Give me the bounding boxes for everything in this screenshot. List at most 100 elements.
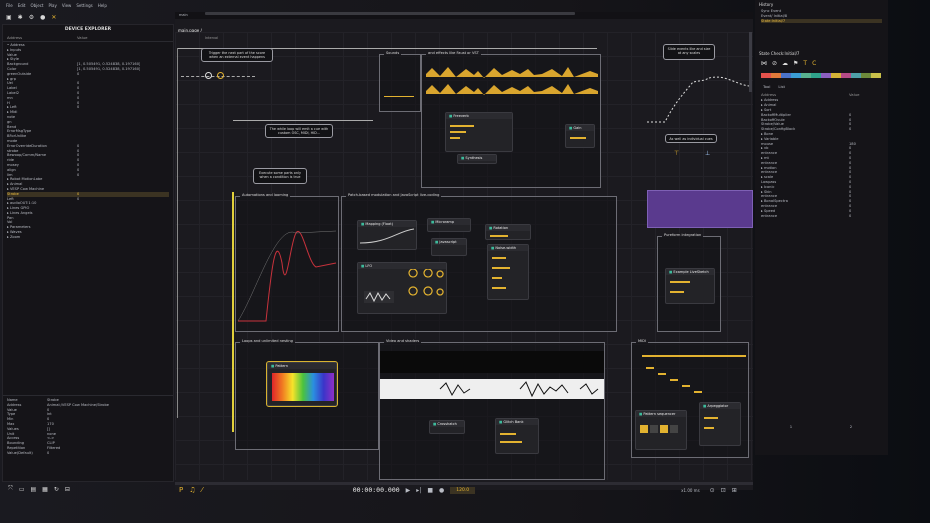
curve-tool-icon[interactable]: ⁄ bbox=[202, 486, 203, 494]
menu-help[interactable]: Help bbox=[98, 3, 107, 8]
node-rotation[interactable]: Rotation bbox=[485, 224, 531, 240]
play-from-button[interactable]: ▸| bbox=[416, 487, 421, 494]
color-icon[interactable]: C bbox=[812, 60, 816, 67]
noise-param-2[interactable] bbox=[492, 267, 510, 269]
color-swatch[interactable] bbox=[821, 73, 831, 79]
node-synthesis[interactable]: Synthesis bbox=[457, 154, 497, 164]
learn-icon[interactable]: ▦ bbox=[42, 486, 48, 493]
link-icon[interactable]: ⊘ bbox=[772, 60, 777, 67]
color-palette[interactable] bbox=[755, 69, 888, 82]
history-item-selected[interactable]: State:Initial/7 bbox=[761, 18, 882, 24]
example-param-1[interactable] bbox=[670, 281, 690, 283]
freeverb-param-3[interactable] bbox=[450, 137, 460, 139]
node-gain[interactable]: Gain bbox=[565, 124, 595, 148]
node-example[interactable]: Example LiveSketch bbox=[665, 268, 715, 304]
fullscreen-icon[interactable]: ⊡ bbox=[721, 487, 726, 494]
pointer-tool-icon[interactable]: P bbox=[179, 486, 183, 494]
playhead-bracket[interactable] bbox=[232, 192, 234, 432]
box-sounds[interactable]: Sounds bbox=[379, 51, 421, 112]
sync-icon[interactable]: ⊙ bbox=[710, 487, 715, 494]
device-tree-row[interactable]: ▸ Zoom bbox=[7, 235, 169, 240]
node-javascript[interactable]: Javascript bbox=[431, 238, 467, 256]
node-freeverb[interactable]: Freeverb bbox=[445, 112, 513, 152]
save-icon[interactable]: ▣ bbox=[6, 14, 12, 21]
color-swatch[interactable] bbox=[811, 73, 821, 79]
color-swatch[interactable] bbox=[791, 73, 801, 79]
record-icon[interactable]: ● bbox=[40, 14, 45, 21]
glitch-param-1[interactable] bbox=[500, 433, 516, 435]
vertical-scrollbar[interactable] bbox=[749, 32, 752, 92]
seq-step-2[interactable] bbox=[650, 425, 658, 433]
remove-icon[interactable]: ⊟ bbox=[65, 486, 70, 493]
noise-param-1[interactable] bbox=[492, 257, 506, 259]
device-icon[interactable]: ▤ bbox=[30, 486, 36, 493]
node-pattern-sequencer[interactable]: Pattern sequencer bbox=[635, 410, 687, 450]
play-button[interactable]: ▶ bbox=[406, 487, 411, 494]
color-swatch[interactable] bbox=[781, 73, 791, 79]
tab-tool[interactable]: Tool bbox=[763, 84, 770, 89]
layout-icon[interactable]: ⊞ bbox=[732, 487, 737, 494]
node-noise[interactable]: Noise-width bbox=[487, 244, 529, 300]
node-microramp[interactable]: Microramp bbox=[427, 218, 471, 232]
box-automations[interactable]: Automations and looming bbox=[235, 193, 339, 332]
freeverb-param-1[interactable] bbox=[450, 125, 474, 127]
color-swatch[interactable] bbox=[841, 73, 851, 79]
color-swatch[interactable] bbox=[871, 73, 881, 79]
noise-param-3[interactable] bbox=[492, 277, 502, 279]
box-video[interactable]: Video and shaders bbox=[379, 339, 605, 480]
record-button[interactable]: ● bbox=[439, 487, 444, 494]
node-pattern[interactable]: Pattern bbox=[266, 361, 338, 407]
property-row[interactable]: Value(Default) 0 bbox=[7, 451, 169, 456]
color-swatch[interactable] bbox=[801, 73, 811, 79]
play-icon[interactable]: ⋈ bbox=[761, 60, 767, 67]
color-swatch[interactable] bbox=[851, 73, 861, 79]
folder-icon[interactable]: ▭ bbox=[19, 486, 25, 493]
seq-step-3[interactable] bbox=[660, 425, 668, 433]
stop-button[interactable]: ■ bbox=[427, 487, 433, 494]
color-swatch[interactable] bbox=[761, 73, 771, 79]
text-icon[interactable]: T bbox=[803, 60, 807, 67]
menu-edit[interactable]: Edit bbox=[18, 3, 26, 8]
seq-step-4[interactable] bbox=[670, 425, 678, 433]
gear-icon[interactable]: ⚙ bbox=[29, 14, 34, 21]
color-swatch[interactable] bbox=[771, 73, 781, 79]
trigger-state[interactable] bbox=[205, 72, 212, 79]
color-swatch[interactable] bbox=[831, 73, 841, 79]
menu-settings[interactable]: Settings bbox=[76, 3, 92, 8]
noise-param-4[interactable] bbox=[492, 287, 506, 289]
color-swatch[interactable] bbox=[861, 73, 871, 79]
score-canvas[interactable]: main main.page / Interval Trigger the ne… bbox=[175, 12, 753, 490]
cue-icon-2[interactable]: ⊥ bbox=[705, 150, 710, 157]
note-tool-icon[interactable]: ♫ bbox=[189, 486, 195, 494]
inspector-tree-row[interactable]: entrance 0 bbox=[761, 214, 882, 219]
refresh-icon[interactable]: ↻ bbox=[54, 486, 59, 493]
collapse-icon[interactable]: ⤧ bbox=[8, 485, 13, 493]
flag-icon[interactable]: ⚑ bbox=[793, 60, 798, 67]
node-mapping[interactable]: Mapping (Float) bbox=[357, 220, 417, 250]
rotation-param[interactable] bbox=[490, 235, 508, 237]
example-param-2[interactable] bbox=[670, 291, 684, 293]
tab-list[interactable]: List bbox=[778, 84, 785, 89]
menu-view[interactable]: View bbox=[62, 3, 72, 8]
timeline-scroll[interactable] bbox=[205, 12, 575, 15]
trigger-state-active[interactable] bbox=[217, 72, 224, 79]
node-glitch[interactable]: Glitch Bank bbox=[495, 418, 539, 454]
freeverb-param-2[interactable] bbox=[450, 131, 466, 133]
settings-icon[interactable]: ✱ bbox=[18, 14, 23, 21]
cue-icon-1[interactable]: ⊤ bbox=[674, 150, 679, 157]
menu-object[interactable]: Object bbox=[30, 3, 43, 8]
menu-play[interactable]: Play bbox=[48, 3, 56, 8]
seq-step-1[interactable] bbox=[640, 425, 648, 433]
menu-file[interactable]: File bbox=[6, 3, 13, 8]
node-arpeggiator[interactable]: Arpeggiator bbox=[699, 402, 741, 446]
cloud-icon[interactable]: ☁ bbox=[782, 60, 788, 67]
node-crosshatch[interactable]: Crosshatch bbox=[429, 420, 465, 434]
gain-param[interactable] bbox=[570, 137, 586, 139]
lfo-knobs[interactable] bbox=[358, 268, 446, 309]
node-lfo[interactable]: LFO bbox=[357, 262, 447, 314]
close-icon[interactable]: ✕ bbox=[51, 14, 56, 21]
arp-param-2[interactable] bbox=[704, 427, 714, 429]
arp-param-1[interactable] bbox=[704, 417, 718, 419]
box-pureform-visual[interactable] bbox=[647, 190, 753, 228]
glitch-param-2[interactable] bbox=[500, 441, 522, 443]
